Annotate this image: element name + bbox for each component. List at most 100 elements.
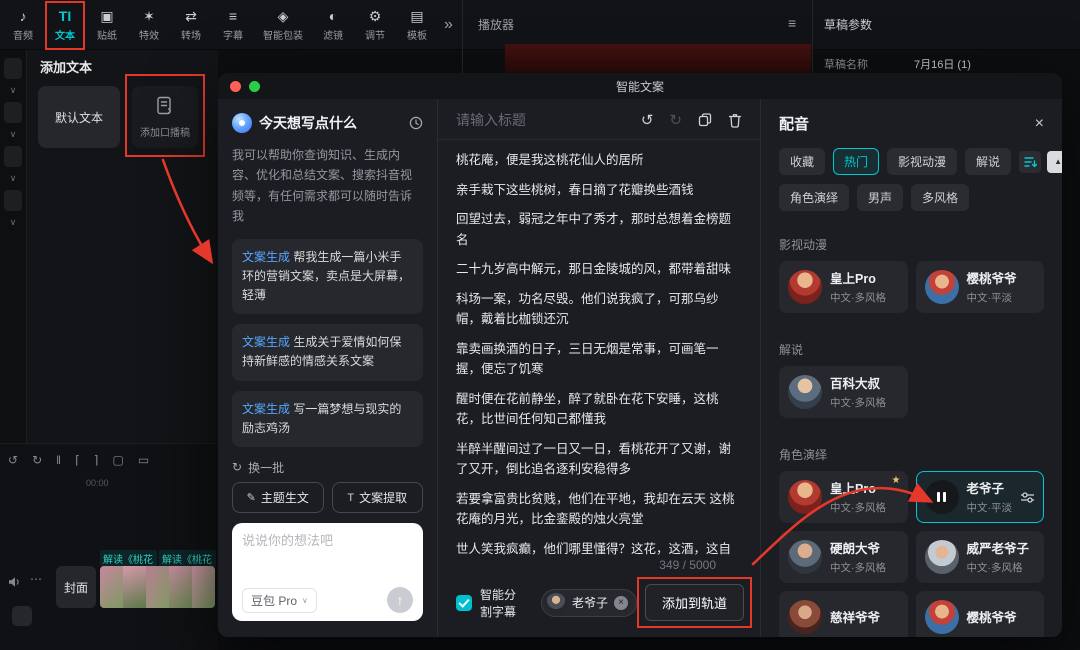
toolbar-item-filter[interactable]: ◐滤镜 — [312, 3, 354, 47]
default-text-card[interactable]: 默认文本 — [38, 86, 120, 148]
filter-tag-favorites[interactable]: 收藏 — [779, 148, 825, 175]
section-label-film: 影视动漫 — [779, 236, 1044, 253]
voice-card[interactable]: 皇上Pro中文·多风格 ★ — [779, 471, 908, 523]
redo-icon[interactable]: ↻ — [32, 453, 42, 467]
filter-tag-narration[interactable]: 解说 — [965, 148, 1011, 175]
voice-card[interactable]: 威严老爷子中文·多风格 — [916, 531, 1045, 583]
voice-card[interactable]: 百科大叔中文·多风格 — [779, 366, 908, 418]
rail-item[interactable] — [4, 102, 22, 123]
track-thumb-toggle[interactable] — [12, 606, 32, 626]
copy-icon[interactable] — [698, 113, 712, 127]
mute-track-icon[interactable] — [8, 576, 21, 588]
toolbar-item-captions[interactable]: ≡字幕 — [212, 3, 254, 47]
toolbar-item-effects[interactable]: ✶特效 — [128, 3, 170, 47]
timeline-ruler: 00:00 — [86, 478, 109, 488]
voice-card[interactable]: 硬朗大爷中文·多风格 — [779, 531, 908, 583]
theme-to-text-button[interactable]: ✎主题生文 — [232, 482, 324, 513]
left-rail: ∨ ∨ ∨ ∨ — [0, 50, 27, 443]
suggestion-card[interactable]: 文案生成 帮我生成一篇小米手环的营销文案，卖点是大屏幕，轻薄 — [232, 239, 423, 315]
toolbar-item-template[interactable]: ▤模板 — [396, 3, 438, 47]
toolbar-item-adjust[interactable]: ⚙调节 — [354, 3, 396, 47]
text-track: 解读《桃花 解读《桃花 — [100, 550, 216, 567]
add-script-card[interactable]: 添加口播稿 — [132, 86, 198, 148]
close-icon[interactable]: × — [1035, 115, 1044, 133]
editor-bottom-bar: 智能分割字幕 老爷子 × 添加到轨道 — [438, 574, 760, 637]
zoom-window-button[interactable] — [249, 81, 260, 92]
filter-tag-roleplay[interactable]: 角色演绎 — [779, 184, 849, 211]
pause-icon[interactable] — [925, 480, 959, 514]
voice-card-selected[interactable]: 老爷子中文·平淡 — [916, 471, 1045, 523]
draft-name-row: 草稿名称 7月16日 (1) — [824, 56, 971, 72]
toolbar-item-transition[interactable]: ⇄转场 — [170, 3, 212, 47]
assistant-logo-icon — [232, 113, 252, 133]
player-title: 播放器 — [478, 16, 514, 33]
redo-icon[interactable]: ↻ — [669, 111, 682, 129]
script-paragraph: 若要拿富贵比贫贱，他们在平地，我却在云天 这桃花庵的月光，比金銮殿的烛火亮堂 — [456, 489, 742, 530]
text-clip[interactable]: 解读《桃花 — [159, 550, 216, 567]
toolbar-label: 字幕 — [223, 27, 243, 42]
suggestion-card[interactable]: 文案生成 生成关于爱情如何保持新鲜感的情感关系文案 — [232, 324, 423, 380]
collapse-panel-button[interactable]: ▲ — [1047, 151, 1062, 173]
mask-icon[interactable]: ▭ — [138, 453, 149, 467]
undo-icon[interactable]: ↺ — [641, 111, 654, 129]
voice-name: 樱桃爷爷 — [967, 611, 1017, 625]
voice-card[interactable]: 慈祥爷爷 — [779, 591, 908, 637]
text-clip[interactable]: 解读《桃花 — [100, 550, 157, 567]
smart-split-checkbox[interactable] — [456, 595, 472, 611]
suggestion-card[interactable]: 文案生成 写一篇梦想与现实的励志鸡汤 — [232, 391, 423, 447]
script-editor[interactable]: 桃花庵，便是我这桃花仙人的居所 亲手栽下这些桃树，春日摘了花瓣换些酒钱 回望过去… — [438, 140, 760, 556]
remove-voice-icon[interactable]: × — [614, 596, 628, 610]
crop-icon[interactable]: ▢ — [112, 453, 123, 467]
model-selector[interactable]: 豆包 Pro ∨ — [242, 588, 317, 613]
history-clock-icon[interactable] — [409, 116, 423, 130]
chevron-down-icon[interactable]: ∨ — [10, 130, 17, 139]
refresh-suggestions-button[interactable]: ↻ 换一批 — [232, 459, 423, 476]
trim-right-icon[interactable]: ⌉ — [94, 453, 99, 467]
filter-tag-hot[interactable]: 热门 — [833, 148, 879, 175]
trash-icon[interactable] — [728, 113, 742, 128]
extract-text-button[interactable]: T文案提取 — [332, 482, 424, 513]
add-script-label: 添加口播稿 — [140, 124, 190, 139]
filter-row: 收藏 热门 影视动漫 解说 ▲ — [779, 148, 1044, 175]
trim-left-icon[interactable]: ⌈ — [75, 453, 80, 467]
rail-item[interactable] — [4, 146, 22, 167]
voice-avatar — [925, 540, 959, 574]
title-input[interactable] — [456, 112, 625, 128]
rail-item[interactable] — [4, 190, 22, 211]
video-clip[interactable] — [100, 566, 215, 608]
text-panel-title: 添加文本 — [40, 57, 92, 76]
toolbar-expand-button[interactable]: » — [444, 16, 453, 34]
toolbar-item-smart-pack[interactable]: ◈智能包装 — [254, 3, 312, 47]
filter-tag-film[interactable]: 影视动漫 — [887, 148, 957, 175]
voice-card[interactable]: 皇上Pro中文·多风格 — [779, 261, 908, 313]
filter-tag-multistyle[interactable]: 多风格 — [911, 184, 969, 211]
chevron-down-icon[interactable]: ∨ — [10, 218, 17, 227]
undo-icon[interactable]: ↺ — [8, 453, 18, 467]
sort-filter-icon[interactable] — [1019, 151, 1041, 173]
voice-card[interactable]: 樱桃爷爷中文·平淡 — [916, 261, 1045, 313]
track-more-icon[interactable]: ⋯ — [30, 572, 42, 586]
close-window-button[interactable] — [230, 81, 241, 92]
section-label-roleplay: 角色演绎 — [779, 446, 1044, 463]
split-icon[interactable]: ‖ — [56, 453, 61, 467]
voice-avatar — [788, 375, 822, 409]
rail-item[interactable] — [4, 58, 22, 79]
filter-tag-male[interactable]: 男声 — [857, 184, 903, 211]
voice-avatar — [925, 270, 959, 304]
script-paragraph: 二十九岁高中解元，那日金陵城的风，都带着甜味 — [456, 259, 742, 280]
chevron-down-icon[interactable]: ∨ — [10, 174, 17, 183]
selected-voice-tag[interactable]: 老爷子 × — [541, 589, 637, 617]
prompt-input[interactable] — [242, 533, 413, 548]
cover-button[interactable]: 封面 — [56, 566, 96, 608]
player-menu-icon[interactable]: ≡ — [788, 15, 796, 31]
chevron-down-icon[interactable]: ∨ — [10, 86, 17, 95]
voice-settings-icon[interactable] — [1020, 491, 1035, 504]
toolbar-item-text[interactable]: TI文本 — [44, 3, 86, 47]
section-label-narration: 解说 — [779, 341, 1044, 358]
send-button[interactable]: ↑ — [387, 587, 413, 613]
add-to-track-button[interactable]: 添加到轨道 — [645, 584, 744, 621]
voice-card[interactable]: 樱桃爷爷 — [916, 591, 1045, 637]
toolbar-item-sticker[interactable]: ▣贴纸 — [86, 3, 128, 47]
toolbar-item-audio[interactable]: ♪音频 — [2, 3, 44, 47]
script-paragraph: 桃花庵，便是我这桃花仙人的居所 — [456, 150, 742, 171]
